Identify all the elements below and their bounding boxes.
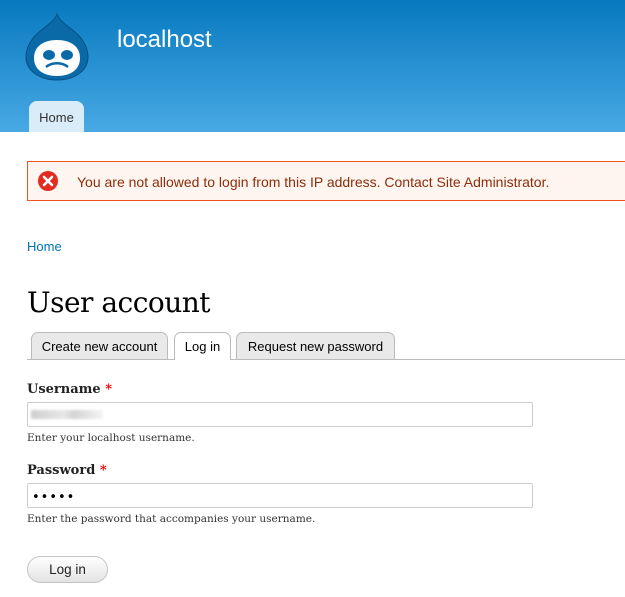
username-blurred-value xyxy=(31,410,103,419)
password-label: Password * xyxy=(27,463,107,478)
password-input[interactable] xyxy=(27,483,533,508)
error-message-text: You are not allowed to login from this I… xyxy=(77,174,550,190)
drupal-drop-icon[interactable] xyxy=(24,12,90,82)
username-label: Username * xyxy=(27,382,112,397)
tab-log-in[interactable]: Log in xyxy=(174,332,231,360)
tab-request-new-password[interactable]: Request new password xyxy=(236,332,395,359)
site-name[interactable]: localhost xyxy=(117,26,212,54)
username-required-marker: * xyxy=(105,382,113,397)
password-description: Enter the password that accompanies your… xyxy=(27,513,316,525)
error-x-icon xyxy=(38,171,58,191)
password-required-marker: * xyxy=(99,463,107,478)
password-masked-value: ••••• xyxy=(32,490,76,505)
tab-create-new-account[interactable]: Create new account xyxy=(31,332,168,359)
error-message: You are not allowed to login from this I… xyxy=(27,161,625,201)
log-in-button[interactable]: Log in xyxy=(27,556,108,583)
password-label-text: Password xyxy=(27,463,96,478)
username-description: Enter your localhost username. xyxy=(27,432,195,444)
username-label-text: Username xyxy=(27,382,101,397)
page-title: User account xyxy=(27,286,211,319)
nav-home-tab[interactable]: Home xyxy=(29,101,84,132)
breadcrumb-home-link[interactable]: Home xyxy=(27,239,62,254)
site-header: localhost Home xyxy=(0,0,625,132)
